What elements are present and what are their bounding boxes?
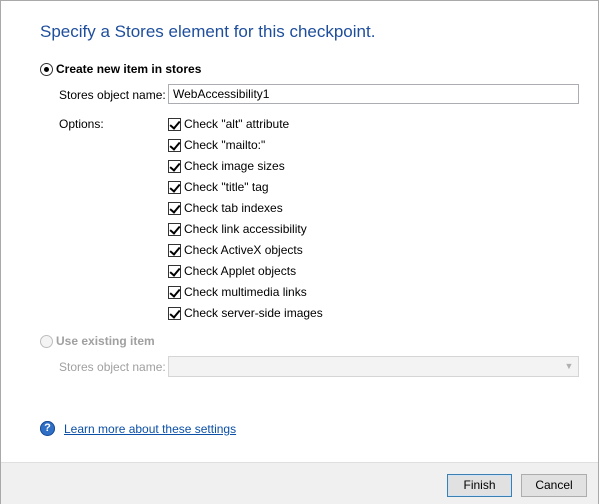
option-label: Check image sizes [184, 159, 285, 173]
option-check-activex-objects[interactable]: Check ActiveX objects [168, 241, 303, 259]
option-check-link-accessibility[interactable]: Check link accessibility [168, 220, 307, 238]
stores-object-name-label: Stores object name: [59, 88, 166, 102]
option-check-image-sizes[interactable]: Check image sizes [168, 157, 285, 175]
option-check-tab-indexes[interactable]: Check tab indexes [168, 199, 283, 217]
option-label: Check multimedia links [184, 285, 307, 299]
checkbox[interactable] [168, 117, 181, 131]
option-check-server-side-images[interactable]: Check server-side images [168, 304, 323, 322]
option-label: Check "alt" attribute [184, 117, 290, 131]
checkbox[interactable] [168, 264, 181, 278]
option-check-alt-attribute[interactable]: Check "alt" attribute [168, 115, 289, 133]
options-label: Options: [59, 117, 104, 131]
option-check-mailto[interactable]: Check "mailto:" [168, 136, 265, 154]
checkbox[interactable] [168, 201, 181, 215]
use-existing-radio[interactable] [40, 335, 53, 348]
option-label: Check ActiveX objects [184, 243, 303, 257]
checkbox[interactable] [168, 138, 181, 152]
use-existing-label[interactable]: Use existing item [56, 334, 155, 348]
cancel-button[interactable]: Cancel [521, 474, 587, 497]
existing-object-name-select[interactable]: ▼ [168, 356, 579, 377]
existing-object-name-label: Stores object name: [59, 360, 166, 374]
dialog: Specify a Stores element for this checkp… [0, 0, 599, 504]
option-label: Check "mailto:" [184, 138, 266, 152]
create-new-label[interactable]: Create new item in stores [56, 62, 201, 76]
checkbox[interactable] [168, 285, 181, 299]
checkbox[interactable] [168, 306, 181, 320]
option-label: Check tab indexes [184, 201, 283, 215]
page-title: Specify a Stores element for this checkp… [40, 22, 376, 41]
stores-object-name-input[interactable]: WebAccessibility1 [168, 84, 579, 104]
create-new-radio[interactable] [40, 63, 53, 76]
option-label: Check server-side images [184, 306, 323, 320]
option-label: Check Applet objects [184, 264, 297, 278]
chevron-down-icon: ▼ [564, 361, 574, 371]
learn-more-link[interactable]: Learn more about these settings [64, 422, 236, 436]
help-icon: ? [40, 421, 55, 436]
option-check-applet-objects[interactable]: Check Applet objects [168, 262, 296, 280]
checkbox[interactable] [168, 159, 181, 173]
option-check-title-tag[interactable]: Check "title" tag [168, 178, 269, 196]
checkbox[interactable] [168, 180, 181, 194]
finish-button[interactable]: Finish [447, 474, 512, 497]
option-label: Check "title" tag [184, 180, 269, 194]
option-label: Check link accessibility [184, 222, 307, 236]
checkbox[interactable] [168, 222, 181, 236]
checkbox[interactable] [168, 243, 181, 257]
option-check-multimedia-links[interactable]: Check multimedia links [168, 283, 307, 301]
button-bar: Finish Cancel [1, 462, 598, 504]
